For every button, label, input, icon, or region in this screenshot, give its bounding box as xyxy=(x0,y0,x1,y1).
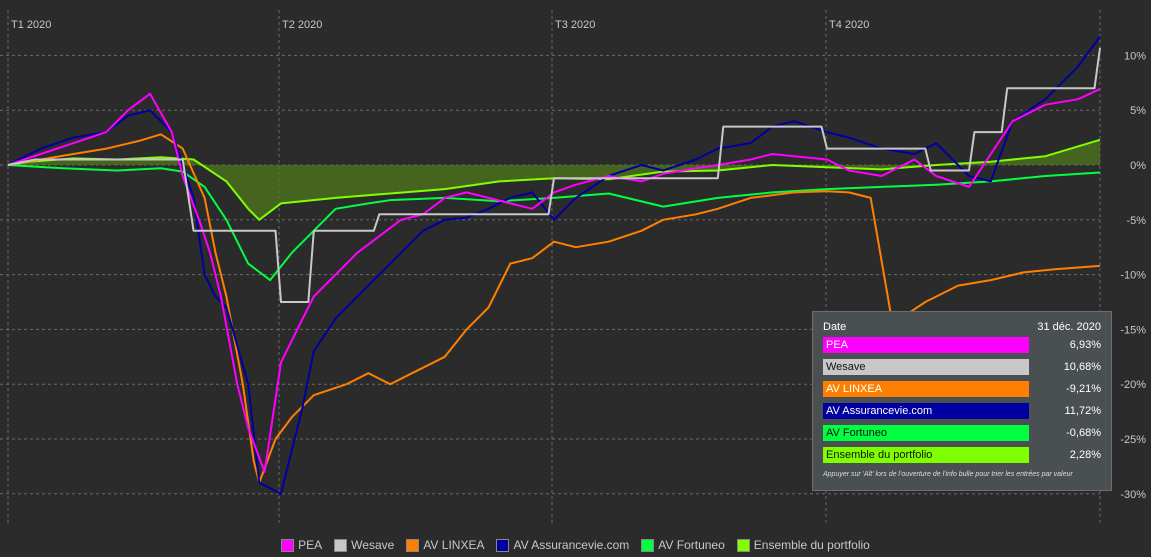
legend-label-assurancevie: AV Assurancevie.com xyxy=(513,538,630,552)
tooltip-value-wesave: 10,68% xyxy=(1063,361,1101,373)
legend-swatch-portfolio xyxy=(736,538,750,552)
y-tick-label: -10% xyxy=(1120,270,1146,282)
y-tick-label: 5% xyxy=(1130,105,1146,117)
tooltip-row-assurancevie: AV Assurancevie.com 11,72% xyxy=(823,403,1101,419)
tooltip-date-value: 31 déc. 2020 xyxy=(1037,321,1101,333)
legend-item-portfolio[interactable]: Ensemble du portfolio xyxy=(736,538,870,552)
tooltip-value-portfolio: 2,28% xyxy=(1069,449,1101,461)
y-tick-label: -15% xyxy=(1120,324,1146,336)
legend-label-wesave: Wesave xyxy=(351,538,395,552)
tooltip-label-wesave: Wesave xyxy=(823,359,1029,375)
legend-item-wesave[interactable]: Wesave xyxy=(334,538,394,552)
tooltip-header: Date 31 déc. 2020 xyxy=(813,312,1111,337)
y-tick-label: -25% xyxy=(1120,434,1146,446)
tooltip-value-assurancevie: 11,72% xyxy=(1064,405,1102,417)
tooltip-row-wesave: Wesave 10,68% xyxy=(823,359,1101,375)
y-tick-label: 10% xyxy=(1124,50,1146,62)
legend-label-linxea: AV LINXEA xyxy=(423,538,485,552)
tooltip-row-fortuneo: AV Fortuneo -0,68% xyxy=(823,425,1101,441)
legend-label-pea: PEA xyxy=(298,538,323,552)
tooltip-row-portfolio: Ensemble du portfolio 2,28% xyxy=(823,447,1101,463)
x-tick-label: T3 2020 xyxy=(555,19,595,31)
y-tick-label: -5% xyxy=(1126,215,1146,227)
tooltip-label-assurancevie: AV Assurancevie.com xyxy=(823,403,1029,419)
data-tooltip: Date 31 déc. 2020 PEA 6,93% Wesave 10,68… xyxy=(812,311,1112,491)
legend-item-linxea[interactable]: AV LINXEA xyxy=(406,538,484,552)
legend-label-portfolio: Ensemble du portfolio xyxy=(753,538,870,552)
y-tick-label: 0% xyxy=(1130,160,1146,172)
tooltip-value-fortuneo: -0,68% xyxy=(1066,427,1101,439)
tooltip-label-portfolio: Ensemble du portfolio xyxy=(823,447,1029,463)
legend-swatch-pea xyxy=(281,538,295,552)
legend-swatch-wesave xyxy=(334,538,348,552)
chart-legend: PEA Wesave AV LINXEA AV Assurancevie.com… xyxy=(0,533,1151,557)
y-tick-label: -20% xyxy=(1120,379,1146,391)
y-tick-label: -30% xyxy=(1120,489,1146,501)
tooltip-row-linxea: AV LINXEA -9,21% xyxy=(823,381,1101,397)
legend-swatch-linxea xyxy=(406,538,420,552)
x-tick-label: T1 2020 xyxy=(11,19,51,31)
x-tick-label: T4 2020 xyxy=(829,19,869,31)
tooltip-label-fortuneo: AV Fortuneo xyxy=(823,425,1029,441)
tooltip-row-pea: PEA 6,93% xyxy=(823,337,1101,353)
legend-item-fortuneo[interactable]: AV Fortuneo xyxy=(641,538,725,552)
tooltip-value-pea: 6,93% xyxy=(1069,339,1101,351)
tooltip-label-pea: PEA xyxy=(823,337,1029,353)
legend-swatch-assurancevie xyxy=(496,538,510,552)
legend-item-assurancevie[interactable]: AV Assurancevie.com xyxy=(496,538,629,552)
x-tick-label: T2 2020 xyxy=(282,19,322,31)
legend-label-fortuneo: AV Fortuneo xyxy=(658,538,725,552)
tooltip-label-linxea: AV LINXEA xyxy=(823,381,1029,397)
tooltip-value-linxea: -9,21% xyxy=(1066,383,1101,395)
legend-swatch-fortuneo xyxy=(641,538,655,552)
tooltip-date-label: Date xyxy=(823,321,847,333)
tooltip-note: Appuyer sur 'Alt' lors de l'ouverture de… xyxy=(823,471,1073,478)
legend-item-pea[interactable]: PEA xyxy=(281,538,322,552)
